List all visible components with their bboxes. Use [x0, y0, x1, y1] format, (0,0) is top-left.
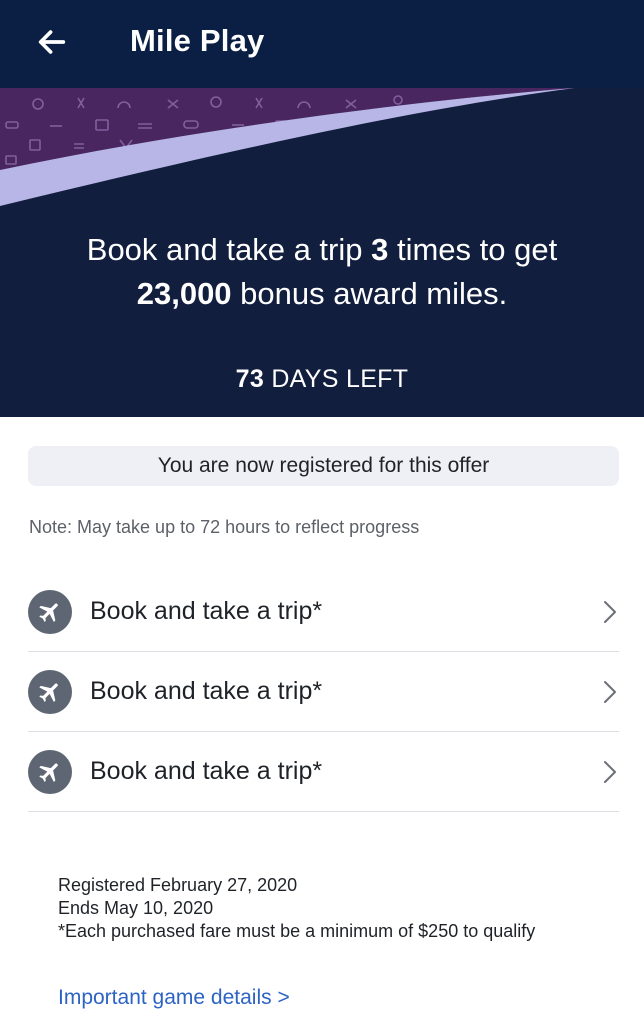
miles-suffix: bonus award miles. [231, 276, 508, 311]
trip-item-2[interactable]: Book and take a trip* [28, 652, 619, 732]
important-game-details-link[interactable]: Important game details > [58, 986, 290, 1010]
days-left: 73 DAYS LEFT [0, 365, 644, 394]
trip-label: Book and take a trip* [90, 597, 323, 625]
app-bar: Mile Play [0, 0, 644, 88]
offer-headline: Book and take a trip 3 times to get 23,0… [0, 228, 644, 316]
offer-details: Registered February 27, 2020 Ends May 10… [58, 874, 535, 943]
end-date: Ends May 10, 2020 [58, 898, 214, 918]
airplane-icon [28, 749, 72, 794]
hero-illustration [0, 88, 575, 206]
registered-date: Registered February 27, 2020 [58, 875, 298, 895]
offer-hero: Book and take a trip 3 times to get 23,0… [0, 88, 644, 417]
airplane-icon [28, 589, 72, 634]
chevron-right-icon [603, 680, 617, 704]
days-left-count: 73 [235, 365, 265, 393]
trip-list: Book and take a trip* Book and take a tr… [28, 572, 619, 812]
trip-item-3[interactable]: Book and take a trip* [28, 732, 619, 812]
days-left-label: DAYS LEFT [264, 365, 409, 393]
headline-prefix: Book and take a trip [86, 232, 372, 267]
chevron-right-icon [603, 760, 617, 784]
back-button[interactable] [24, 16, 80, 68]
bonus-miles: 23,000 [136, 276, 232, 311]
trip-item-1[interactable]: Book and take a trip* [28, 572, 619, 652]
trip-label: Book and take a trip* [90, 757, 323, 785]
chevron-right-icon [603, 600, 617, 624]
trip-label: Book and take a trip* [90, 677, 323, 705]
fine-print: *Each purchased fare must be a minimum o… [58, 921, 536, 941]
progress-note: Note: May take up to 72 hours to reflect… [29, 517, 420, 537]
registered-banner: You are now registered for this offer [28, 446, 619, 486]
headline-suffix: times to get [388, 232, 558, 267]
page-title: Mile Play [130, 23, 265, 58]
airplane-icon [28, 669, 72, 714]
trip-count: 3 [371, 232, 389, 267]
arrow-left-icon [38, 30, 66, 54]
